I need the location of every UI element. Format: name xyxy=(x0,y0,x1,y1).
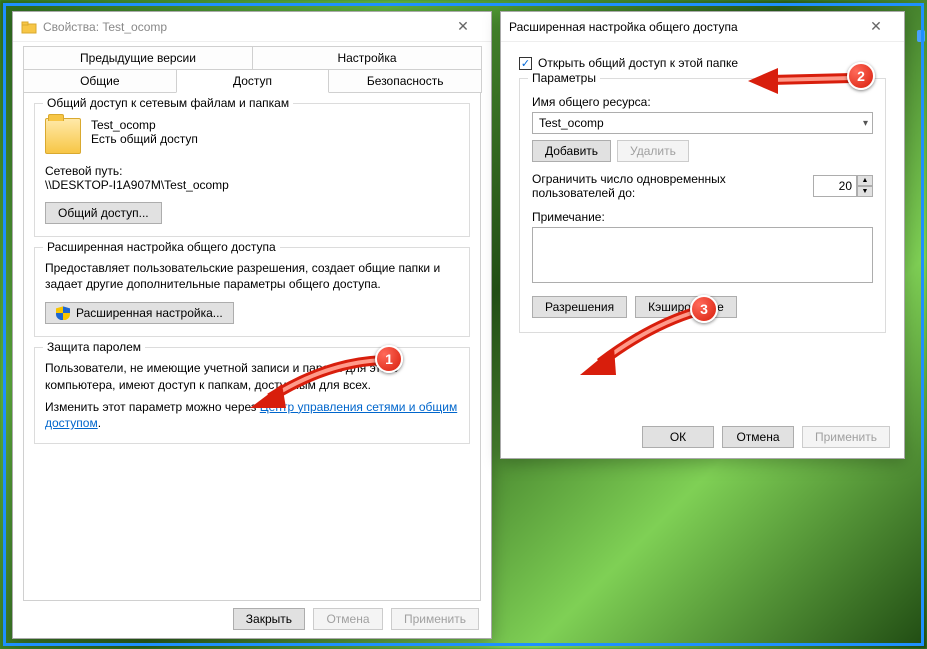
close-button[interactable]: Закрыть xyxy=(233,608,305,630)
apply-button: Применить xyxy=(802,426,890,448)
user-limit-spinner[interactable]: ▲ ▼ xyxy=(813,175,873,197)
tab-security[interactable]: Безопасность xyxy=(328,70,482,93)
cancel-button[interactable]: Отмена xyxy=(722,426,794,448)
group-title: Общий доступ к сетевым файлам и папкам xyxy=(43,96,293,110)
group-title: Параметры xyxy=(528,71,600,85)
share-name-combo[interactable]: Test_ocomp ▾ xyxy=(532,112,873,134)
tab-customize[interactable]: Настройка xyxy=(252,46,482,70)
window-title: Расширенная настройка общего доступа xyxy=(509,20,856,34)
change-param-prefix: Изменить этот параметр можно через xyxy=(45,400,260,414)
apply-button: Применить xyxy=(391,608,479,630)
group-title: Защита паролем xyxy=(43,340,145,354)
notes-label: Примечание: xyxy=(532,210,873,224)
shield-icon xyxy=(56,306,70,320)
spin-up[interactable]: ▲ xyxy=(857,175,873,186)
folder-name: Test_ocomp xyxy=(91,118,198,132)
folder-icon xyxy=(45,118,81,154)
group-password-protection: Защита паролем Пользователи, не имеющие … xyxy=(34,347,470,444)
close-button[interactable]: ✕ xyxy=(443,13,483,41)
group-title: Расширенная настройка общего доступа xyxy=(43,240,280,254)
advanced-desc: Предоставляет пользовательские разрешени… xyxy=(45,260,459,292)
network-path-value: \\DESKTOP-I1A907M\Test_ocomp xyxy=(45,178,459,192)
folder-icon xyxy=(21,19,37,35)
share-name-label: Имя общего ресурса: xyxy=(532,95,873,109)
share-folder-label: Открыть общий доступ к этой папке xyxy=(538,56,738,70)
caching-button[interactable]: Кэширование xyxy=(635,296,737,318)
group-advanced-sharing: Расширенная настройка общего доступа Пре… xyxy=(34,247,470,337)
advanced-sharing-button[interactable]: Расширенная настройка... xyxy=(45,302,234,324)
group-network-sharing: Общий доступ к сетевым файлам и папкам T… xyxy=(34,103,470,237)
advanced-sharing-label: Расширенная настройка... xyxy=(76,306,223,320)
add-button[interactable]: Добавить xyxy=(532,140,611,162)
window-title: Свойства: Test_ocomp xyxy=(43,20,443,34)
tab-panel-sharing: Общий доступ к сетевым файлам и папкам T… xyxy=(23,93,481,601)
advanced-sharing-window: Расширенная настройка общего доступа ✕ ✓… xyxy=(500,11,905,459)
permissions-button[interactable]: Разрешения xyxy=(532,296,627,318)
remove-button: Удалить xyxy=(617,140,689,162)
badge-2: 2 xyxy=(847,62,875,90)
notes-textarea[interactable] xyxy=(532,227,873,283)
network-path-label: Сетевой путь: xyxy=(45,164,459,178)
chevron-down-icon: ▾ xyxy=(863,118,868,129)
scrollbar-thumb[interactable] xyxy=(917,30,925,42)
ok-button[interactable]: ОК xyxy=(642,426,714,448)
limit-label: Ограничить число одновременных пользоват… xyxy=(532,172,782,200)
cancel-button: Отмена xyxy=(313,608,383,630)
badge-1: 1 xyxy=(375,345,403,373)
share-status: Есть общий доступ xyxy=(91,132,198,146)
tab-general[interactable]: Общие xyxy=(23,70,177,93)
titlebar[interactable]: Расширенная настройка общего доступа ✕ xyxy=(501,12,904,42)
titlebar[interactable]: Свойства: Test_ocomp ✕ xyxy=(13,12,491,42)
badge-3: 3 xyxy=(690,295,718,323)
tab-previous-versions[interactable]: Предыдущие версии xyxy=(23,46,253,70)
spin-down[interactable]: ▼ xyxy=(857,186,873,197)
share-button[interactable]: Общий доступ... xyxy=(45,202,162,224)
user-limit-input[interactable] xyxy=(813,175,857,197)
close-button[interactable]: ✕ xyxy=(856,13,896,41)
properties-window: Свойства: Test_ocomp ✕ Предыдущие версии… xyxy=(12,11,492,639)
share-folder-checkbox[interactable]: ✓ xyxy=(519,57,532,70)
tab-sharing[interactable]: Доступ xyxy=(176,70,330,93)
share-name-value: Test_ocomp xyxy=(539,116,604,130)
